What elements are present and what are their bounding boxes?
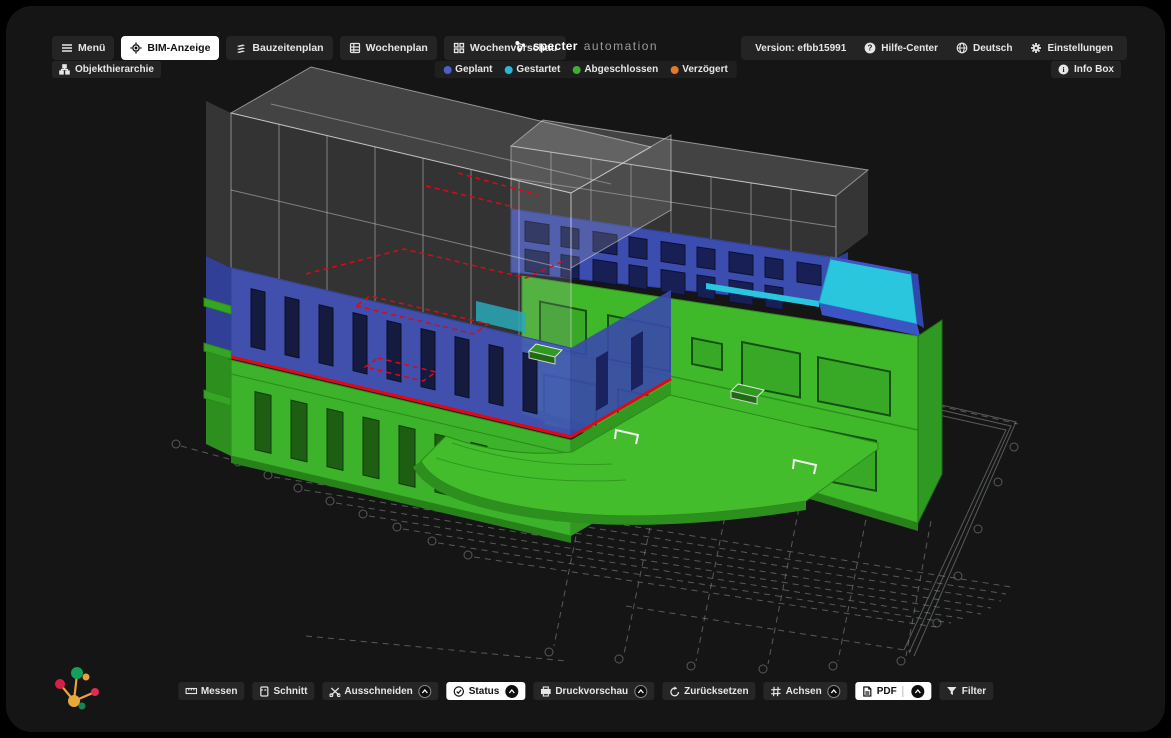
scissors-icon xyxy=(329,686,340,697)
version-label: Version: efbb15991 xyxy=(755,43,846,54)
filter-icon xyxy=(947,686,958,696)
bottom-toolbar: Messen Schnitt Ausschneiden Status xyxy=(178,682,993,700)
bim-display-icon xyxy=(130,42,142,54)
legend-item-abgeschlossen: Abgeschlossen xyxy=(572,64,658,75)
tab-wochenplan-label: Wochenplan xyxy=(366,42,428,54)
tab-wochenplan[interactable]: Wochenplan xyxy=(340,36,437,60)
zuruecksetzen-button[interactable]: Zurücksetzen xyxy=(662,682,755,700)
zuruecksetzen-label: Zurücksetzen xyxy=(684,686,748,697)
app-window: Menü BIM-Anzeige Bauzeitenplan Wochenpla… xyxy=(6,6,1165,732)
legend-item-gestartet: Gestartet xyxy=(504,64,560,75)
top-navigation: Menü BIM-Anzeige Bauzeitenplan Wochenpla… xyxy=(52,36,566,60)
globe-icon xyxy=(956,42,968,54)
pdf-divider xyxy=(903,686,904,697)
druckvorschau-button[interactable]: Druckvorschau xyxy=(533,682,654,700)
pdf-button[interactable]: PDF xyxy=(856,682,932,700)
tab-bauzeitenplan[interactable]: Bauzeitenplan xyxy=(226,36,332,60)
legend-item-geplant: Geplant xyxy=(443,64,492,75)
brand-logo-icon xyxy=(513,39,527,53)
infobox-wrap: i Info Box xyxy=(1051,61,1121,78)
bim-viewport[interactable] xyxy=(6,6,1165,732)
status-label: Status xyxy=(469,686,500,697)
verzoegert-label: Verzögert xyxy=(682,64,728,75)
layers-icon xyxy=(235,42,247,54)
week-table-icon xyxy=(349,42,361,54)
object-hierarchy-label: Objekthierarchie xyxy=(75,64,154,75)
settings-button[interactable]: Einstellungen xyxy=(1030,42,1113,54)
tab-bauzeitenplan-label: Bauzeitenplan xyxy=(252,42,323,54)
abgeschlossen-label: Abgeschlossen xyxy=(584,64,658,75)
legend-item-verzoegert: Verzögert xyxy=(670,64,728,75)
filter-button[interactable]: Filter xyxy=(940,682,993,700)
help-icon: ? xyxy=(864,42,876,54)
help-center-label: Hilfe-Center xyxy=(881,43,938,54)
verzoegert-dot xyxy=(670,66,678,74)
language-label: Deutsch xyxy=(973,43,1012,54)
status-button[interactable]: Status xyxy=(447,682,526,700)
geplant-dot xyxy=(443,66,451,74)
gestartet-label: Gestartet xyxy=(516,64,560,75)
ruler-icon xyxy=(185,686,197,696)
menu-icon xyxy=(61,42,73,54)
ausschneiden-toggle-button[interactable] xyxy=(419,685,432,698)
brand-name: specter xyxy=(533,39,578,53)
filter-label: Filter xyxy=(962,686,986,697)
svg-text:i: i xyxy=(1062,65,1064,74)
druckvorschau-toggle-button[interactable] xyxy=(634,685,647,698)
geplant-label: Geplant xyxy=(455,64,492,75)
gear-icon xyxy=(1030,42,1042,54)
menu-label: Menü xyxy=(78,42,105,54)
info-box-label: Info Box xyxy=(1074,64,1114,75)
brand-suffix: automation xyxy=(584,39,658,53)
section-icon xyxy=(260,686,270,697)
language-button[interactable]: Deutsch xyxy=(956,42,1012,54)
gestartet-dot xyxy=(504,66,512,74)
achsen-button[interactable]: Achsen xyxy=(764,682,848,700)
abgeschlossen-dot xyxy=(572,66,580,74)
help-center-button[interactable]: ? Hilfe-Center xyxy=(864,42,938,54)
week-preview-icon xyxy=(453,42,465,54)
menu-button[interactable]: Menü xyxy=(52,36,114,60)
status-toggle-button[interactable] xyxy=(505,685,518,698)
object-hierarchy-button[interactable]: Objekthierarchie xyxy=(52,61,161,78)
messen-label: Messen xyxy=(201,686,238,697)
ausschneiden-button[interactable]: Ausschneiden xyxy=(322,682,438,700)
ausschneiden-label: Ausschneiden xyxy=(344,686,412,697)
secondary-left: Objekthierarchie xyxy=(52,61,161,78)
tab-bim-anzeige[interactable]: BIM-Anzeige xyxy=(121,36,219,60)
top-right-bar: Version: efbb15991 ? Hilfe-Center Deutsc… xyxy=(741,36,1127,60)
pdf-toggle-button[interactable] xyxy=(912,685,925,698)
printer-icon xyxy=(540,686,551,697)
brand: specter automation xyxy=(513,39,658,53)
info-icon: i xyxy=(1058,64,1069,75)
tab-bim-anzeige-label: BIM-Anzeige xyxy=(147,42,210,54)
schnitt-label: Schnitt xyxy=(274,686,308,697)
achsen-label: Achsen xyxy=(786,686,822,697)
settings-label: Einstellungen xyxy=(1047,43,1113,54)
druckvorschau-label: Druckvorschau xyxy=(555,686,628,697)
hierarchy-icon xyxy=(59,64,70,75)
status-legend: Geplant Gestartet Abgeschlossen Verzöger… xyxy=(434,61,737,78)
specter-brandmark-icon xyxy=(50,664,102,717)
axes-grid-icon xyxy=(771,686,782,697)
achsen-toggle-button[interactable] xyxy=(828,685,841,698)
schnitt-button[interactable]: Schnitt xyxy=(253,682,315,700)
pdf-icon xyxy=(863,686,873,697)
pdf-label: PDF xyxy=(877,686,897,697)
svg-text:?: ? xyxy=(868,44,873,53)
reset-icon xyxy=(669,686,680,697)
messen-button[interactable]: Messen xyxy=(178,682,245,700)
status-check-icon xyxy=(454,686,465,697)
info-box-button[interactable]: i Info Box xyxy=(1051,61,1121,78)
